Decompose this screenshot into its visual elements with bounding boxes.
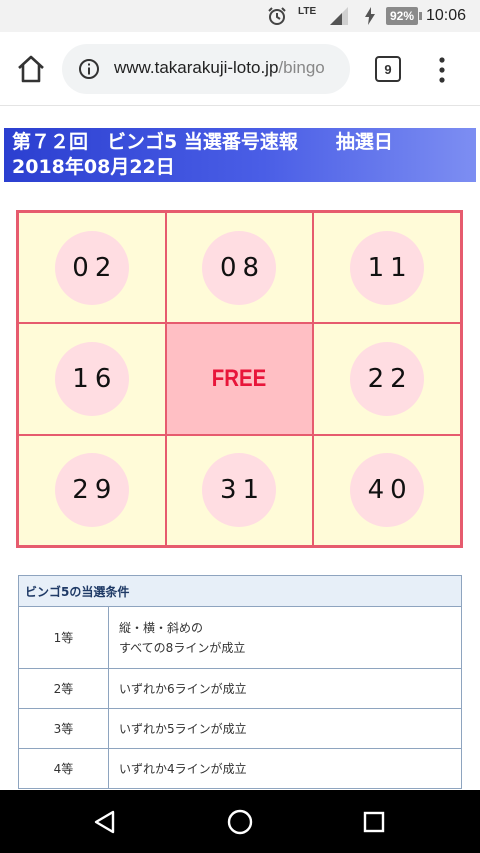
table-row: 3等 いずれか5ラインが成立 (18, 708, 462, 749)
charging-icon (364, 0, 376, 32)
result-banner: 第７２回 ビンゴ5 当選番号速報 抽選日 2018年08月22日 (4, 128, 476, 182)
browser-toolbar: www.takarakuji-loto.jp/bingo 9 (0, 32, 480, 106)
number-ball: 11 (350, 230, 425, 305)
prize-rank: 4等 (18, 748, 109, 789)
prize-rank: 2等 (18, 668, 109, 709)
number-ball: 31 (202, 453, 277, 528)
condition-line: 縦・横・斜めの (119, 620, 204, 635)
url-text: www.takarakuji-loto.jp/bingo (114, 58, 325, 78)
url-host: www.takarakuji-loto.jp (114, 58, 279, 77)
bingo-cell: 22 (313, 323, 461, 435)
system-nav-bar (0, 790, 480, 853)
bingo-cell: 16 (18, 323, 166, 435)
battery-level: 92% (386, 7, 419, 25)
info-icon[interactable] (78, 58, 100, 80)
url-path: /bingo (278, 58, 325, 77)
bingo-cell: 29 (18, 434, 166, 546)
banner-date: 2018年08月22日 (12, 156, 175, 178)
prize-conditions-table: ビンゴ5の当選条件 1等 縦・横・斜めの すべての8ラインが成立 2等 いずれか… (18, 575, 462, 789)
table-row: 2等 いずれか6ラインが成立 (18, 668, 462, 709)
bingo-cell: 40 (313, 434, 461, 546)
table-row: 1等 縦・横・斜めの すべての8ラインが成立 (18, 606, 462, 669)
prize-condition: いずれか5ラインが成立 (108, 708, 462, 749)
bingo-card: 02 08 11 16 FREE 22 29 31 40 (16, 210, 463, 548)
free-label: FREE (212, 364, 267, 392)
number-ball: 22 (350, 341, 425, 416)
table-row: 4等 いずれか4ラインが成立 (18, 748, 462, 789)
number-ball: 40 (350, 453, 425, 528)
bingo-cell: 31 (165, 434, 314, 546)
clock: 10:06 (426, 7, 467, 24)
bingo-cell: 08 (165, 212, 314, 324)
condition-line: すべての8ラインが成立 (119, 640, 246, 655)
free-cell: FREE (165, 323, 314, 435)
recents-icon[interactable] (362, 810, 386, 834)
battery-icon: 92% (386, 0, 423, 32)
url-bar[interactable]: www.takarakuji-loto.jp/bingo (62, 44, 350, 94)
prize-rank: 3等 (18, 708, 109, 749)
prize-condition: いずれか6ラインが成立 (108, 668, 462, 709)
prize-condition: いずれか4ラインが成立 (108, 748, 462, 789)
bingo-cell: 11 (313, 212, 461, 324)
status-bar: LTE 92% 10:06 (0, 0, 480, 32)
menu-icon[interactable] (432, 56, 452, 84)
home-icon[interactable] (226, 808, 254, 836)
prize-rank: 1等 (18, 606, 109, 669)
number-ball: 02 (54, 230, 129, 305)
number-ball: 29 (54, 453, 129, 528)
tab-switcher-button[interactable]: 9 (375, 56, 401, 82)
home-icon[interactable] (14, 54, 48, 84)
table-caption: ビンゴ5の当選条件 (18, 575, 462, 607)
bingo-cell: 02 (18, 212, 166, 324)
network-type: LTE (298, 5, 317, 17)
prize-condition: 縦・横・斜めの すべての8ラインが成立 (108, 606, 462, 669)
back-icon[interactable] (92, 809, 118, 835)
signal-icon (328, 0, 350, 32)
number-ball: 16 (54, 341, 129, 416)
number-ball: 08 (202, 230, 277, 305)
banner-title: 第７２回 ビンゴ5 当選番号速報 抽選日 (12, 131, 393, 153)
alarm-icon (266, 0, 288, 32)
